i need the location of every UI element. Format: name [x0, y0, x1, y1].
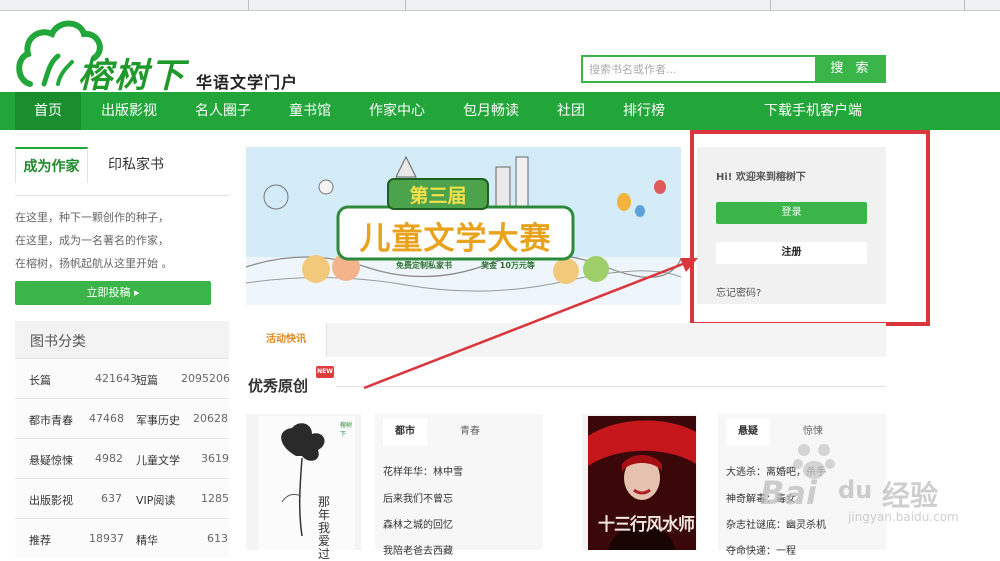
watermark-cn: 经验: [882, 479, 939, 512]
watermark-brand: Bai: [760, 474, 817, 512]
annotation-arrow-icon: [363, 258, 698, 390]
watermark-url: jingyan.baidu.com: [848, 510, 959, 524]
watermark-brand-suffix: du: [838, 476, 873, 504]
